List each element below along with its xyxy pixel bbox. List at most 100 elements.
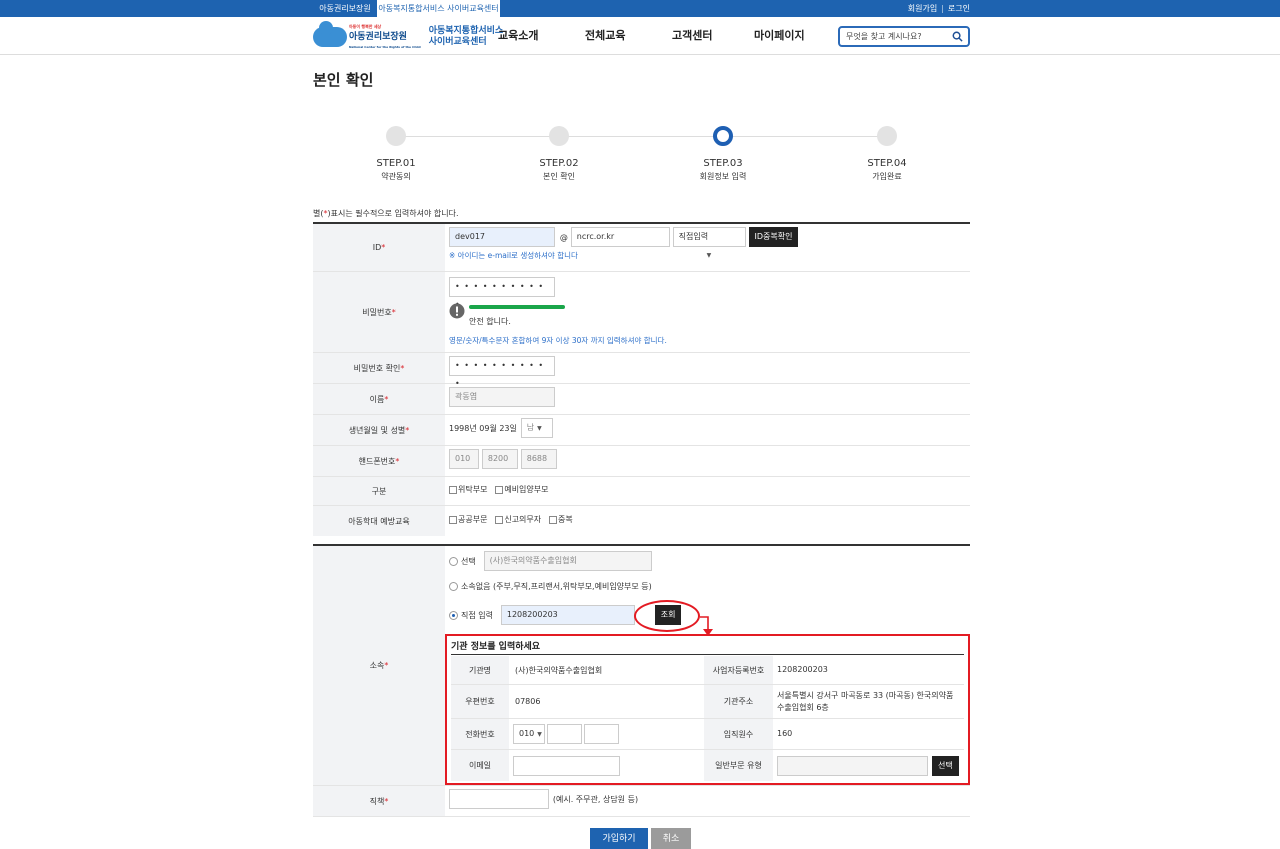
zip-label: 우편번호 [451,685,509,718]
org-box-rule [451,654,964,655]
password-confirm-input[interactable]: • • • • • • • • • • • [449,356,555,388]
member-form: ID * dev017 @ ncrc.or.kr 직접입력▼ ID중복확인 ※ 아… [313,222,970,536]
checkbox-reporter[interactable] [495,515,504,524]
chevron-down-icon: ▼ [537,425,542,432]
row-job: 직책 * (예시. 주무관, 상담원 등) [313,786,970,817]
submit-button[interactable]: 가입하기 [590,828,648,849]
address-value: 서울특별시 강서구 마곡동로 33 (마곡동) 한국의약품수출입협회 6층 [777,690,954,712]
login-link[interactable]: 로그인 [948,4,970,13]
affiliation-label: 소속 * [313,546,445,785]
job-input[interactable] [449,789,549,809]
password-status: 안전 합니다. [469,317,511,326]
tab-cyber-edu[interactable]: 아동복지통합서비스 사이버교육센터 [377,0,500,17]
chevron-down-icon: ▼ [537,731,542,738]
name-label: 이름 * [313,384,445,414]
org-email-input[interactable] [513,755,620,776]
domain-select[interactable]: 직접입력▼ [672,227,746,259]
step-3: STEP.03 회원정보 입력 [683,126,763,182]
radio-affil-direct[interactable] [449,610,458,620]
phone-label: 핸드폰번호 * [313,446,445,476]
phone-part-3: 8688 [520,449,557,469]
logo-org: 아동이 행복한 세상 아동권리보장원 National Center for t… [349,24,421,49]
type-label: 일반부문 유형 [704,750,773,781]
affil-select-input: (사)한국의약품수출입협회 [483,551,652,571]
org-row-2: 우편번호 07806 기관주소 서울특별시 강서구 마곡동로 33 (마곡동) … [451,685,964,719]
row-category: 구분 위탁부모 예비입양부모 [313,477,970,506]
tab-ncrc[interactable]: 아동권리보장원 [313,0,377,17]
org-row-4: 이메일 일반부문 유형 선택 [451,750,964,781]
row-password-confirm: 비밀번호 확인 * • • • • • • • • • • • [313,353,970,388]
birth-label: 생년월일 및 성별 * [313,415,445,445]
id-label: ID * [313,224,445,271]
name-input: 곽동엽 [449,387,555,407]
join-link[interactable]: 회원가입 [908,4,937,13]
logo-service-name: 아동복지통합서비스 사이버교육센터 [428,26,504,47]
row-name: 이름 * 곽동엽 [313,384,970,415]
domain-input[interactable]: ncrc.or.kr [570,227,670,247]
email-label: 이메일 [451,750,509,781]
tel-prefix-select[interactable]: 010 ▼ [513,724,545,744]
logo-cloud-icon [313,21,347,47]
row-birth: 생년월일 및 성별 * 1998년 09월 23일 남 ▼ [313,415,970,446]
steps-line [396,136,887,137]
checkbox-foster[interactable] [449,485,457,494]
address-label: 기관주소 [704,685,773,718]
step-4: STEP.04 가입완료 [847,126,927,182]
search-icon[interactable] [952,31,963,42]
search-placeholder: 무엇을 찾고 계시나요? [846,32,922,41]
job-hint: (예시. 주무관, 상담원 등) [552,794,639,804]
step-3-dot [713,126,733,146]
row-abuse-edu: 아동학대 예방교육 공공부문 신고의무자 중복 [313,506,970,536]
org-name-value: (사)한국의약품수출입협회 [515,665,603,675]
warning-icon [449,303,465,319]
checkbox-duplicate[interactable] [549,515,558,524]
site-header: 아동이 행복한 세상 아동권리보장원 National Center for t… [0,17,1280,55]
password-label: 비밀번호 * [313,272,445,352]
phone-part-2: 8200 [481,449,518,469]
id-input[interactable]: dev017 [449,227,555,247]
radio-affil-select[interactable] [449,556,458,566]
step-1: STEP.01 약관동의 [356,126,436,182]
menu-courses[interactable]: 전체교육 [585,17,625,55]
id-check-button[interactable]: ID중복확인 [748,227,799,247]
search-input[interactable]: 무엇을 찾고 계시나요? [838,26,970,47]
step-1-dot [386,126,406,146]
password-confirm-label: 비밀번호 확인 * [313,353,445,383]
step-4-dot [877,126,897,146]
category-label: 구분 [313,477,445,505]
password-input[interactable]: • • • • • • • • • • • [449,277,555,309]
menu-mypage[interactable]: 마이페이지 [754,17,805,55]
tel-last-input[interactable] [584,724,619,744]
radio-affil-none[interactable] [449,582,458,591]
checkbox-adoptive[interactable] [495,485,504,494]
org-row-3: 전화번호 010 ▼ 임직원수 160 [451,719,964,750]
org-info-box: 기관 정보를 입력하세요 기관명 (사)한국의약품수출입협회 사업자등록번호 1… [445,634,970,785]
tel-middle-input[interactable] [547,724,582,744]
cancel-button[interactable]: 취소 [651,828,691,849]
staff-value: 160 [777,729,793,738]
step-2-dot [549,126,569,146]
zip-value: 07806 [515,697,541,706]
menu-support[interactable]: 고객센터 [672,17,712,55]
chevron-down-icon: ▼ [706,252,712,259]
job-label: 직책 * [313,786,445,816]
annotation-circle [634,600,700,632]
org-box-title: 기관 정보를 입력하세요 [451,642,541,652]
bizno-label: 사업자등록번호 [704,656,773,684]
type-select-button[interactable]: 선택 [932,755,959,776]
bizno-value: 1208200203 [777,665,828,674]
tel-label: 전화번호 [451,719,509,749]
step-2: STEP.02 본인 확인 [519,126,599,182]
checkbox-public[interactable] [449,515,457,524]
strength-bar [469,305,565,309]
required-note: 별(*)표시는 필수적으로 입력하셔야 합니다. [313,209,459,218]
row-phone: 핸드폰번호 * 010 8200 8688 [313,446,970,477]
org-name-label: 기관명 [451,656,509,684]
staff-label: 임직원수 [704,719,773,749]
page-title: 본인 확인 [313,71,374,89]
gender-select[interactable]: 남 ▼ [520,418,553,438]
affil-direct-input[interactable]: 1208200203 [500,605,635,625]
menu-intro[interactable]: 교육소개 [498,17,538,55]
site-logo[interactable]: 아동이 행복한 세상 아동권리보장원 National Center for t… [313,21,504,49]
password-strength: 안전 합니다. [449,303,966,333]
